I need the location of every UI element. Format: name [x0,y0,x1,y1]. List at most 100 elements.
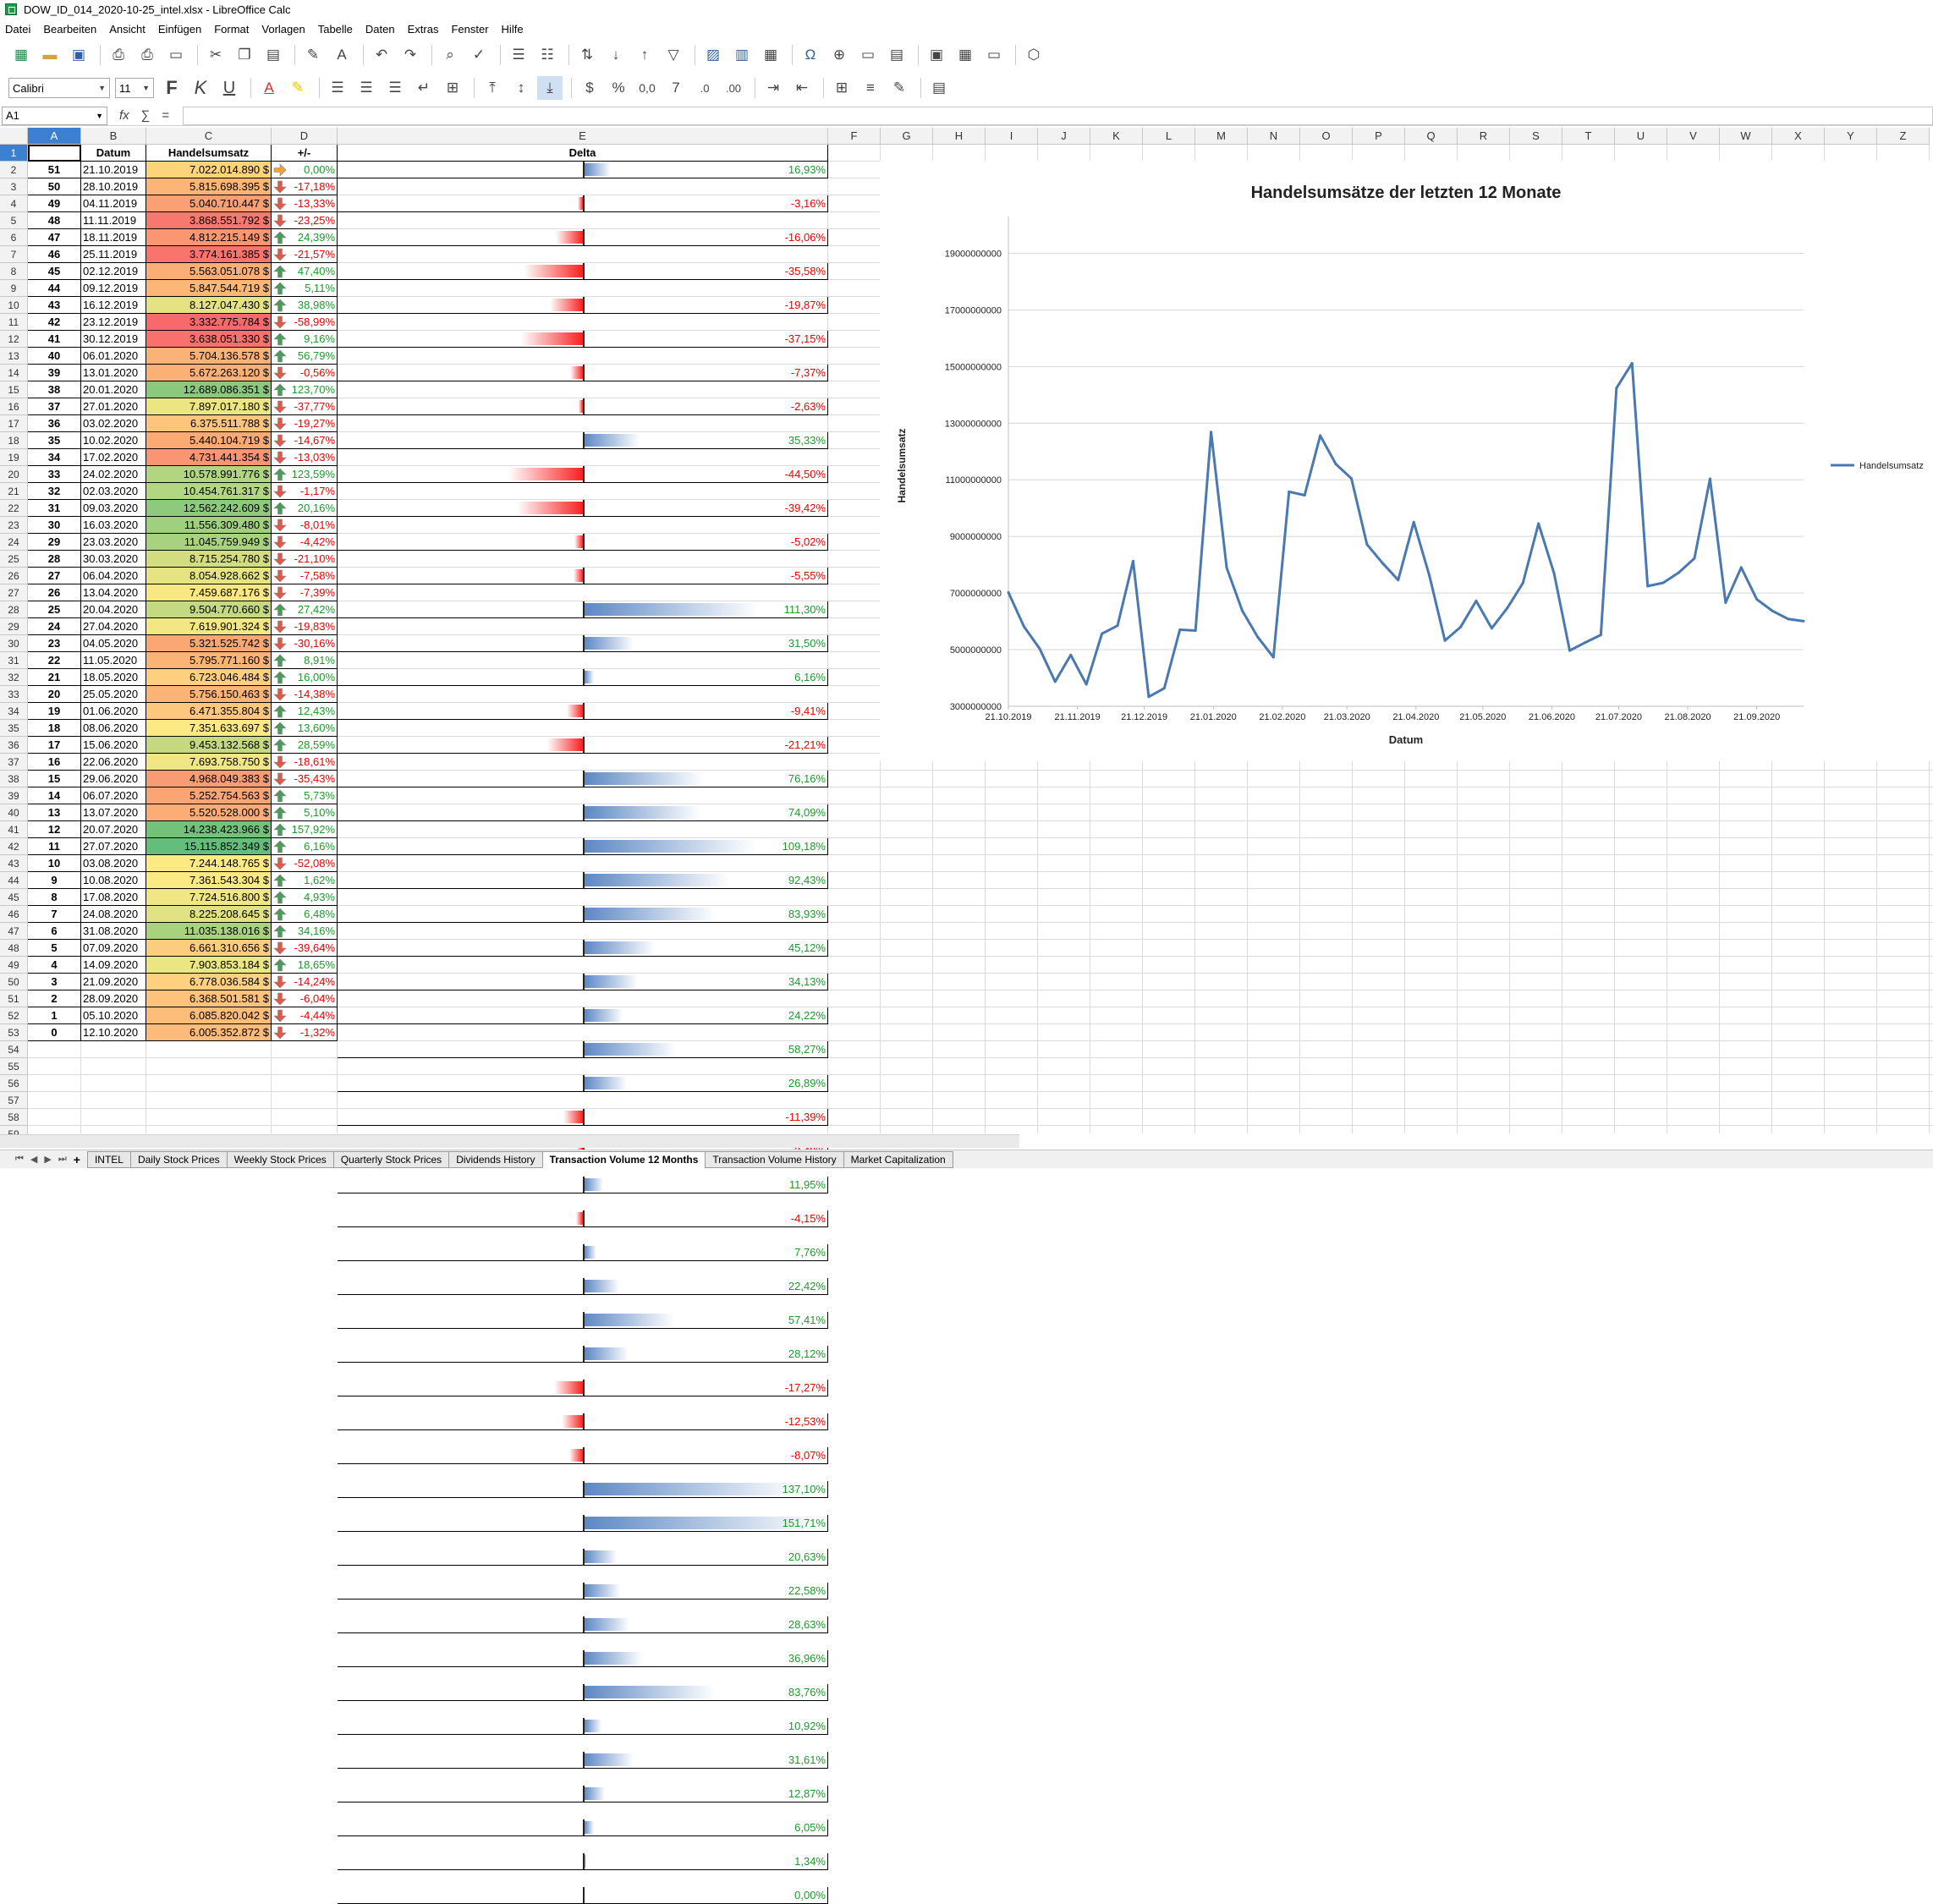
row-number[interactable]: 26 [28,584,81,601]
font-name-combo[interactable]: Calibri ▼ [8,78,110,98]
column-header-x[interactable]: X [1772,128,1825,145]
delta-cell[interactable]: 31,61% [338,1752,828,1769]
freeze-rows-icon[interactable]: ▦ [953,43,978,67]
column-header-u[interactable]: U [1615,128,1667,145]
date-cell[interactable]: 20.04.2020 [81,601,146,618]
date-cell[interactable]: 07.09.2020 [81,940,146,957]
row-header[interactable]: 46 [0,906,28,923]
delta-cell[interactable]: -44,50% [338,466,828,483]
insert-chart-icon[interactable]: ▥ [729,43,755,67]
row-number[interactable]: 3 [28,974,81,990]
row-number[interactable]: 24 [28,618,81,635]
copy-icon[interactable]: ❐ [232,43,257,67]
sheet-tab[interactable]: Transaction Volume History [705,1150,844,1168]
header-datum[interactable]: Datum [81,145,146,162]
row-header[interactable]: 23 [0,517,28,534]
date-cell[interactable]: 03.02.2020 [81,415,146,432]
change-cell[interactable]: -35,43% [272,771,338,787]
volume-cell[interactable]: 5.672.263.120 $ [146,365,272,381]
menu-daten[interactable]: Daten [365,23,395,36]
delta-cell[interactable]: -7,37% [338,365,828,381]
row-number[interactable]: 6 [28,923,81,940]
delta-cell[interactable]: 16,93% [338,162,828,178]
delta-cell[interactable]: 83,93% [338,906,828,923]
volume-cell[interactable]: 11.556.309.480 $ [146,517,272,534]
wrap-text-icon[interactable]: ↵ [411,76,437,100]
row-header[interactable]: 6 [0,229,28,246]
date-cell[interactable]: 17.08.2020 [81,889,146,906]
export-pdf-icon[interactable]: ⎙ [106,43,131,67]
header-footer-icon[interactable]: ▤ [884,43,909,67]
row-header[interactable]: 47 [0,923,28,940]
change-cell[interactable]: -14,38% [272,686,338,703]
column-header-v[interactable]: V [1667,128,1720,145]
row-header[interactable]: 32 [0,669,28,686]
delta-cell[interactable]: -5,55% [338,568,828,584]
date-cell[interactable]: 15.06.2020 [81,737,146,754]
change-cell[interactable]: 123,59% [272,466,338,483]
paste-icon[interactable]: ▤ [261,43,286,67]
delta-cell[interactable]: 12,87% [338,1786,828,1802]
delta-cell[interactable]: 28,63% [338,1616,828,1633]
row-number[interactable]: 29 [28,534,81,551]
volume-cell[interactable]: 7.724.516.800 $ [146,889,272,906]
date-cell[interactable]: 16.03.2020 [81,517,146,534]
delta-cell[interactable]: -5,02% [338,534,828,551]
date-cell[interactable]: 17.02.2020 [81,449,146,466]
volume-cell[interactable]: 7.619.901.324 $ [146,618,272,635]
change-cell[interactable]: 157,92% [272,821,338,838]
column-header-n[interactable]: N [1248,128,1300,145]
change-cell[interactable]: -1,32% [272,1024,338,1041]
row-number[interactable]: 10 [28,855,81,872]
volume-cell[interactable]: 7.244.148.765 $ [146,855,272,872]
add-sheet-icon[interactable]: + [74,1153,80,1166]
find-replace-icon[interactable]: ⌕ [437,43,463,67]
volume-cell[interactable]: 6.375.511.788 $ [146,415,272,432]
volume-cell[interactable]: 10.578.991.776 $ [146,466,272,483]
date-cell[interactable]: 27.07.2020 [81,838,146,855]
change-cell[interactable]: -8,01% [272,517,338,534]
row-header[interactable]: 40 [0,804,28,821]
row-header[interactable]: 57 [0,1092,28,1109]
change-cell[interactable]: 34,16% [272,923,338,940]
redo-icon[interactable]: ↷ [398,43,423,67]
change-cell[interactable]: -14,24% [272,974,338,990]
italic-icon[interactable]: K [188,76,213,100]
delta-cell[interactable]: -21,21% [338,737,828,754]
volume-cell[interactable]: 12.562.242.609 $ [146,500,272,517]
volume-cell[interactable]: 6.661.310.656 $ [146,940,272,957]
row-header[interactable]: 58 [0,1109,28,1126]
row-header[interactable]: 3 [0,178,28,195]
row-number[interactable]: 34 [28,449,81,466]
delta-cell[interactable]: 74,09% [338,804,828,821]
row-header[interactable]: 42 [0,838,28,855]
change-cell[interactable]: -23,25% [272,212,338,229]
delta-cell[interactable]: -12,53% [338,1413,828,1430]
row-header[interactable]: 10 [0,297,28,314]
row-number[interactable]: 5 [28,940,81,957]
change-cell[interactable]: 47,40% [272,263,338,280]
row-header[interactable]: 22 [0,500,28,517]
date-cell[interactable]: 23.03.2020 [81,534,146,551]
row-number[interactable]: 39 [28,365,81,381]
volume-cell[interactable]: 9.453.132.568 $ [146,737,272,754]
date-cell[interactable]: 24.02.2020 [81,466,146,483]
row-header[interactable]: 38 [0,771,28,787]
volume-cell[interactable]: 5.847.544.719 $ [146,280,272,297]
row-number[interactable]: 18 [28,720,81,737]
delta-cell[interactable]: 20,63% [338,1549,828,1566]
change-cell[interactable]: -52,08% [272,855,338,872]
change-cell[interactable]: -21,10% [272,551,338,568]
delta-cell[interactable]: 34,13% [338,974,828,990]
align-right-icon[interactable]: ☰ [382,76,408,100]
volume-cell[interactable]: 7.903.853.184 $ [146,957,272,974]
volume-cell[interactable]: 8.225.208.645 $ [146,906,272,923]
date-cell[interactable]: 13.04.2020 [81,584,146,601]
volume-cell[interactable]: 6.723.046.484 $ [146,669,272,686]
menu-einfügen[interactable]: Einfügen [158,23,201,36]
row-number[interactable]: 13 [28,804,81,821]
change-cell[interactable]: -13,33% [272,195,338,212]
special-character-icon[interactable]: Ω [798,43,823,67]
row-header[interactable]: 26 [0,568,28,584]
sheet-tab[interactable]: Market Capitalization [843,1150,953,1168]
